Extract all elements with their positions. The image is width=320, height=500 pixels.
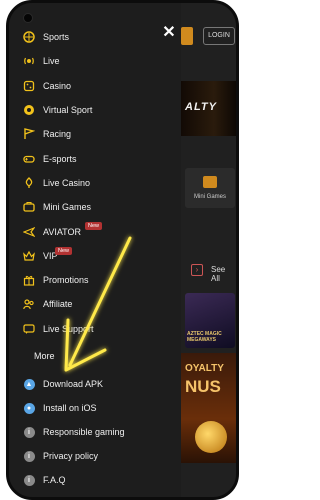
menu-item-label: Privacy policy <box>43 451 99 461</box>
menu-item-label: Live Casino <box>43 177 91 188</box>
sports-icon <box>23 31 35 43</box>
info-icon: i <box>23 450 35 462</box>
loyalty-banner[interactable]: OYALTY NUS <box>181 353 236 463</box>
game-card-title: AZTEC MAGIC MEGAWAYS <box>187 331 222 343</box>
menu-item-live-casino[interactable]: Live Casino <box>9 171 181 195</box>
signup-button[interactable] <box>181 27 193 45</box>
menu-item-label: Casino <box>43 80 72 91</box>
games-nav: › See All <box>185 261 232 283</box>
menu-item-esports[interactable]: E-sports <box>9 146 181 170</box>
menu-item-download-apk[interactable]: ▲ Download APK <box>9 372 181 396</box>
menu-item-label: E-sports <box>43 153 77 164</box>
mini-games-tile-label: Mini Games <box>193 194 226 200</box>
menu-item-promotions[interactable]: Promotions <box>9 268 181 292</box>
menu-item-label: Responsible gaming <box>43 427 125 437</box>
apple-icon: ● <box>23 402 35 414</box>
login-button[interactable]: LOGIN <box>203 27 235 45</box>
menu-item-virtual-sport[interactable]: Virtual Sport <box>9 98 181 122</box>
menu-item-label: Racing <box>43 129 72 140</box>
virtual-sport-icon <box>23 104 35 116</box>
game-card[interactable]: AZTEC MAGIC MEGAWAYS <box>185 293 235 348</box>
new-badge: New <box>85 222 103 231</box>
more-heading: More <box>34 351 55 361</box>
live-support-icon <box>23 323 35 335</box>
menu-item-label: AVIATOR <box>43 226 82 237</box>
menu-item-vip[interactable]: VIP New <box>9 244 181 268</box>
main-menu: Sports Live Casino Virtual Sport Racing … <box>9 25 181 341</box>
phone-frame: LOGIN ALTY Mini Games › See All AZTEC MA… <box>6 0 239 500</box>
info-icon: i <box>23 426 35 438</box>
menu-item-aviator[interactable]: AVIATOR New <box>9 219 181 243</box>
menu-item-label: Sports <box>43 32 70 43</box>
menu-item-label: Promotions <box>43 275 89 286</box>
menu-item-label: Live <box>43 56 60 67</box>
affiliate-icon <box>23 298 35 310</box>
camera-cutout <box>23 13 33 23</box>
mini-games-tile[interactable]: Mini Games <box>185 168 235 208</box>
live-casino-icon <box>23 177 35 189</box>
loyalty-banner-line2: NUS <box>185 377 221 396</box>
menu-item-label: Install on iOS <box>43 403 97 413</box>
racing-icon <box>23 128 35 140</box>
menu-item-label: Virtual Sport <box>43 105 93 116</box>
menu-item-sports[interactable]: Sports <box>9 25 181 49</box>
info-icon: i <box>23 474 35 486</box>
vip-icon <box>23 250 35 262</box>
menu-item-live[interactable]: Live <box>9 49 181 73</box>
aviator-icon <box>23 226 35 238</box>
more-menu: ▲ Download APK ● Install on iOS i Respon… <box>9 372 181 492</box>
background-app: LOGIN ALTY Mini Games › See All AZTEC MA… <box>181 3 236 497</box>
menu-item-faq[interactable]: i F.A.Q <box>9 468 181 492</box>
promo-banner-text: ALTY <box>185 101 217 113</box>
loyalty-banner-line1: OYALTY <box>185 363 224 374</box>
menu-item-live-support[interactable]: Live Support <box>9 317 181 341</box>
new-badge: New <box>55 246 73 255</box>
menu-item-casino[interactable]: Casino <box>9 74 181 98</box>
menu-item-label: Download APK <box>43 379 104 389</box>
esports-icon <box>23 153 35 165</box>
android-icon: ▲ <box>23 378 35 390</box>
menu-item-install-ios[interactable]: ● Install on iOS <box>9 396 181 420</box>
live-icon <box>23 55 35 67</box>
menu-item-label: Mini Games <box>43 202 92 213</box>
next-arrow-icon[interactable]: › <box>191 264 203 276</box>
menu-item-racing[interactable]: Racing <box>9 122 181 146</box>
promotions-icon <box>23 274 35 286</box>
menu-item-responsible-gaming[interactable]: i Responsible gaming <box>9 420 181 444</box>
menu-item-privacy-policy[interactable]: i Privacy policy <box>9 444 181 468</box>
menu-item-label: Live Support <box>43 323 94 334</box>
casino-icon <box>23 80 35 92</box>
mini-games-tile-icon <box>203 176 217 188</box>
side-drawer: ✕ Sports Live Casino Virtual Sport Racin… <box>9 3 181 497</box>
menu-item-label: F.A.Q <box>43 475 66 485</box>
menu-item-affiliate[interactable]: Affiliate <box>9 292 181 316</box>
menu-item-mini-games[interactable]: Mini Games <box>9 195 181 219</box>
background-header: LOGIN <box>181 25 236 47</box>
coin-icon <box>195 421 227 453</box>
menu-item-label: Affiliate <box>43 299 73 310</box>
promo-banner[interactable]: ALTY <box>181 81 236 136</box>
mini-games-icon <box>23 201 35 213</box>
see-all-link[interactable]: See All <box>211 265 232 283</box>
